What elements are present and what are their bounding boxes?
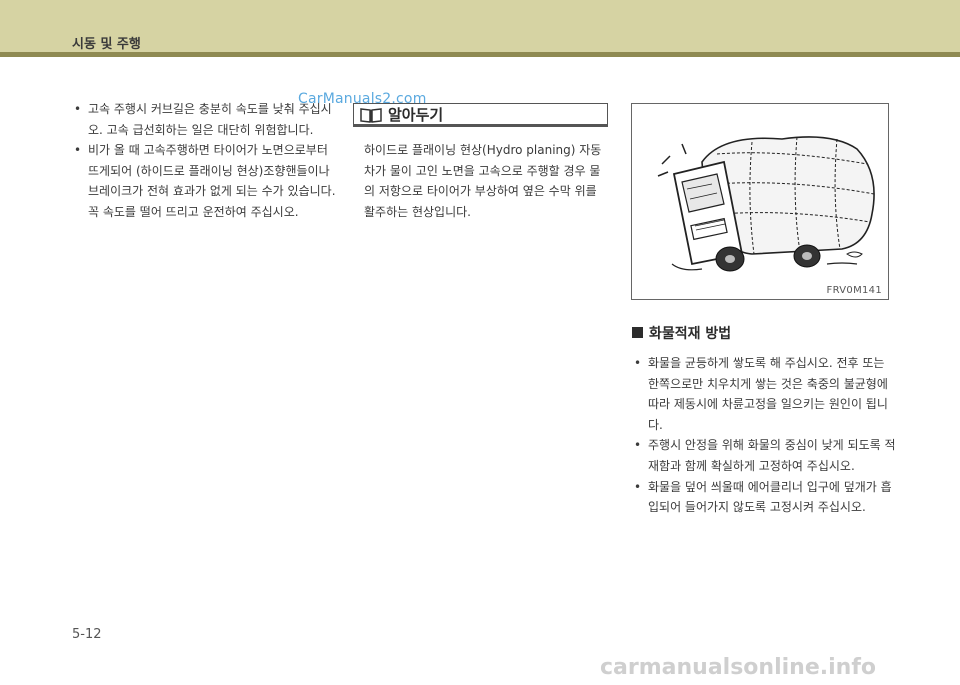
header-rule xyxy=(0,52,960,57)
header-band xyxy=(0,0,960,52)
square-bullet-icon xyxy=(632,327,643,338)
overloaded-truck-illustration xyxy=(657,136,875,272)
bullet-item: 화물을 덮어 씌울때 에어클리너 입구에 덮개가 흡입되어 들어가지 않도록 고… xyxy=(634,477,896,518)
bullet-item: 화물을 균등하게 쌓도록 해 주십시오. 전후 또는 한쪽으로만 치우치게 쌓는… xyxy=(634,353,896,435)
page-number: 5-12 xyxy=(72,627,102,642)
section-heading-text: 화물적재 방법 xyxy=(649,326,732,342)
book-icon xyxy=(360,108,382,123)
note-box: 알아두기 xyxy=(353,103,608,127)
bullet-item: 주행시 안정을 위해 화물의 중심이 낮게 되도록 적재함과 함께 확실하게 고… xyxy=(634,435,896,476)
left-column: 고속 주행시 커브길은 충분히 속도를 낮춰 주십시오. 고속 급선회하는 일은… xyxy=(74,99,336,223)
note-title: 알아두기 xyxy=(388,106,444,124)
section-heading: 화물적재 방법 xyxy=(632,323,731,343)
figure-code: FRV0M141 xyxy=(826,285,882,296)
right-column: 화물을 균등하게 쌓도록 해 주십시오. 전후 또는 한쪽으로만 치우치게 쌓는… xyxy=(634,353,896,518)
watermark-bottom: carmanualsonline.info xyxy=(600,655,876,680)
figure-frame: FRV0M141 xyxy=(631,103,889,300)
bullet-item: 고속 주행시 커브길은 충분히 속도를 낮춰 주십시오. 고속 급선회하는 일은… xyxy=(74,99,336,140)
note-body: 하이드로 플래이닝 현상(Hydro planing) 자동차가 물이 고인 노… xyxy=(364,143,602,219)
chapter-title: 시동 및 주행 xyxy=(72,37,141,52)
bullet-item: 비가 올 때 고속주행하면 타이어가 노면으로부터 뜨게되어 (하이드로 플래이… xyxy=(74,140,336,222)
